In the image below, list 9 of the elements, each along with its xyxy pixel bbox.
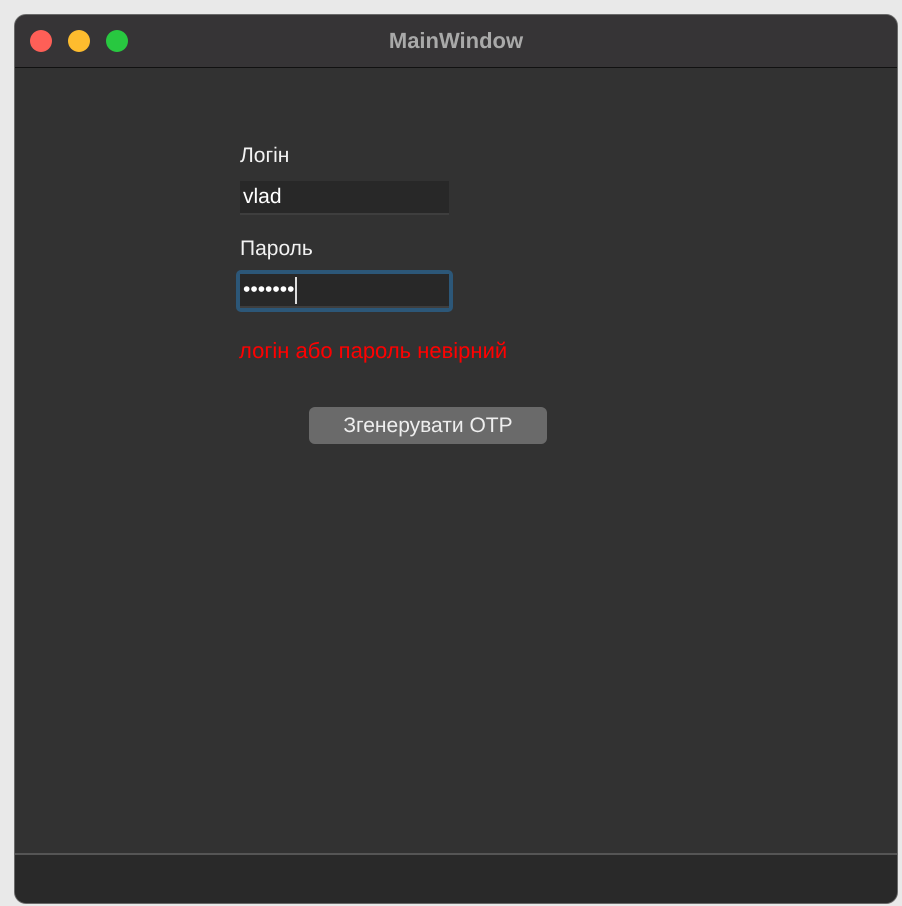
field-label: Логін (240, 144, 290, 168)
close-button[interactable] (30, 30, 52, 52)
generate-otp-button[interactable]: Згенерувати OTP (309, 407, 547, 444)
window-title: MainWindow (388, 28, 524, 54)
error-message: логін або пароль невірний (239, 338, 508, 364)
field-label: Пароль (240, 237, 313, 261)
text-field[interactable]: ••••••• (236, 270, 453, 312)
zoom-button[interactable] (106, 30, 128, 52)
minimize-button[interactable] (68, 30, 90, 52)
